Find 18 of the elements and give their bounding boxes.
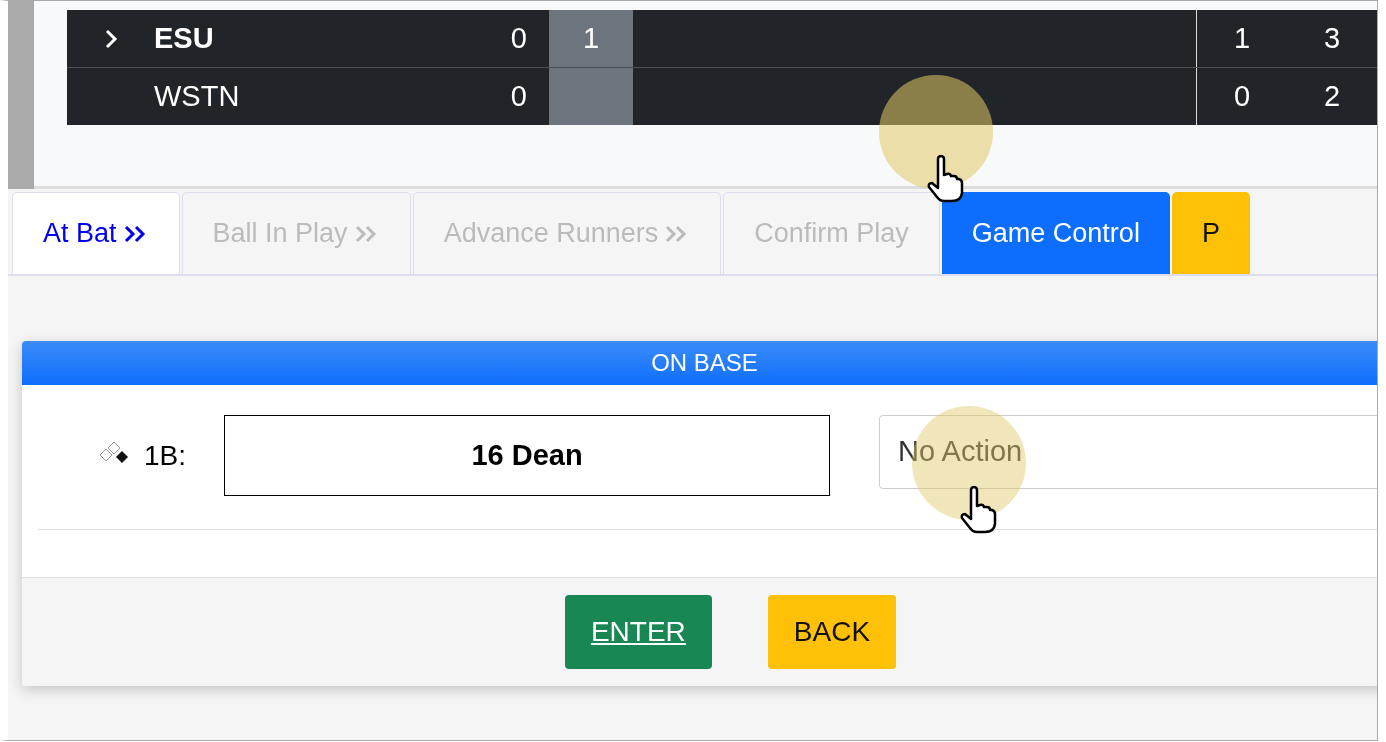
- inning-score: 0: [510, 22, 527, 55]
- team-name: WSTN: [154, 80, 240, 112]
- enter-button[interactable]: ENTER: [564, 595, 712, 669]
- inning-score: 1: [582, 22, 600, 55]
- back-button[interactable]: BACK: [767, 595, 897, 669]
- runs-total: 1: [1233, 22, 1251, 54]
- player-field: 16 Dean: [224, 415, 831, 496]
- hand-cursor-icon: [959, 486, 999, 534]
- section-header: ON BASE: [22, 341, 1377, 385]
- team-name: ESU: [154, 22, 214, 54]
- tab-button[interactable]: Game Control: [941, 192, 1170, 274]
- hits-total: 3: [1323, 22, 1341, 54]
- runs-total: 0: [1233, 80, 1251, 112]
- step-tab[interactable]: At Bat: [12, 192, 180, 274]
- base-label: 1B:: [144, 439, 187, 472]
- tab-button[interactable]: P: [1171, 192, 1250, 274]
- hits-total: 2: [1323, 80, 1341, 112]
- inning-score: 0: [510, 80, 527, 113]
